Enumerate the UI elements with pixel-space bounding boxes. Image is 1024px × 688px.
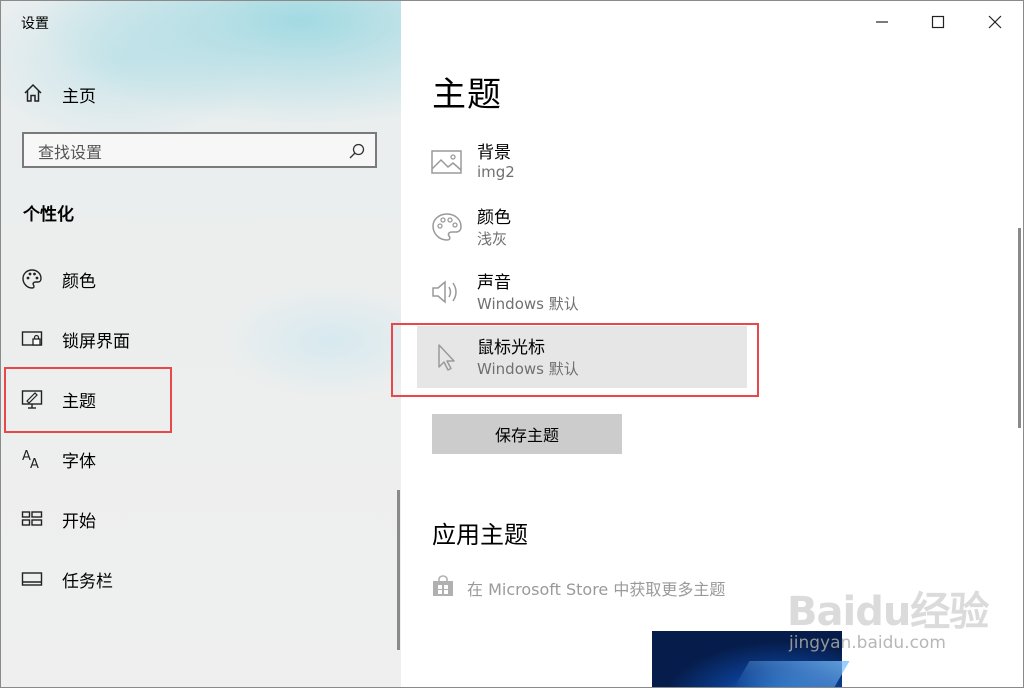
speaker-icon (431, 277, 463, 307)
theme-setting-label: 声音 (477, 273, 511, 293)
store-link-label: 在 Microsoft Store 中获取更多主题 (467, 580, 726, 599)
sidebar-item-label: 开始 (62, 512, 96, 532)
theme-setting-sound[interactable]: 声音 Windows 默认 (417, 261, 747, 323)
theme-setting-color[interactable]: 颜色 浅灰 (417, 196, 747, 258)
minimize-button[interactable] (861, 7, 901, 37)
theme-setting-value: 浅灰 (477, 230, 508, 248)
main-scrollbar[interactable] (1018, 228, 1021, 428)
preview-light-beam (734, 661, 850, 687)
sidebar-item-label: 任务栏 (62, 572, 113, 592)
theme-setting-label: 背景 (477, 143, 511, 163)
sidebar-item-taskbar[interactable]: 任务栏 (1, 549, 401, 609)
taskbar-icon (21, 568, 43, 590)
highlight-themes-nav (4, 367, 172, 433)
maximize-button[interactable] (917, 7, 957, 37)
sidebar-scrollbar[interactable] (397, 490, 400, 650)
theme-setting-value: Windows 默认 (477, 295, 579, 313)
sidebar-item-fonts[interactable]: AA 字体 (1, 429, 401, 489)
store-bag-icon (432, 575, 454, 597)
font-icon: AA (21, 448, 43, 472)
sidebar-home-label: 主页 (62, 87, 96, 107)
search-icon[interactable] (349, 143, 365, 159)
svg-text:A: A (30, 457, 39, 470)
picture-icon (431, 147, 463, 177)
app-title: 设置 (21, 16, 49, 32)
apply-theme-title: 应用主题 (432, 521, 528, 549)
sidebar-item-lock-screen[interactable]: 锁屏界面 (1, 309, 401, 369)
home-icon (23, 83, 43, 103)
theme-setting-background[interactable]: 背景 img2 (417, 131, 747, 193)
save-theme-button[interactable]: 保存主题 (432, 414, 622, 454)
search-box[interactable] (22, 132, 377, 168)
close-icon (974, 15, 1014, 41)
sidebar-item-label: 字体 (62, 452, 96, 472)
page-title: 主题 (432, 75, 502, 115)
section-title-personalization: 个性化 (23, 205, 74, 225)
highlight-mouse-cursor-row (391, 323, 759, 397)
sidebar-item-label: 颜色 (62, 272, 96, 292)
sidebar-item-label: 锁屏界面 (62, 332, 130, 352)
sidebar-item-colors[interactable]: 颜色 (1, 249, 401, 309)
theme-preview-thumbnail[interactable] (652, 631, 850, 687)
close-button[interactable] (974, 7, 1014, 37)
palette-icon (21, 268, 43, 290)
sidebar-item-start[interactable]: 开始 (1, 489, 401, 549)
start-icon (21, 508, 43, 530)
settings-window: 设置 主页 个性化 颜色 锁屏界面 (0, 0, 1024, 688)
minimize-icon (861, 21, 901, 41)
sidebar: 设置 主页 个性化 颜色 锁屏界面 (1, 1, 401, 687)
theme-setting-value: img2 (477, 163, 515, 181)
maximize-icon (917, 15, 957, 41)
theme-setting-label: 颜色 (477, 208, 511, 228)
sidebar-item-home[interactable]: 主页 (1, 73, 401, 113)
search-input[interactable] (36, 140, 340, 164)
palette-icon (431, 212, 463, 242)
lock-screen-icon (21, 328, 43, 350)
